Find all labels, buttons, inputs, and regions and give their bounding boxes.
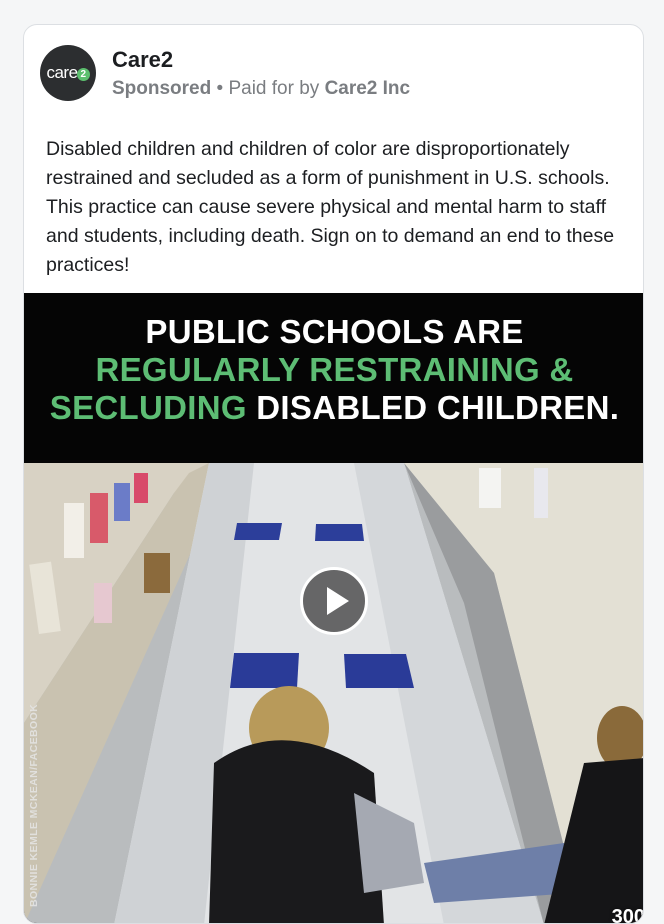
avatar[interactable]: care 2 bbox=[40, 45, 96, 101]
avatar-badge: 2 bbox=[76, 68, 90, 81]
play-icon bbox=[327, 587, 349, 615]
meta-separator: • bbox=[211, 78, 229, 99]
hallway-scene bbox=[24, 463, 643, 923]
avatar-text: care bbox=[46, 63, 78, 82]
video-frame[interactable]: BONNIE KEMLE MCKEAN/FACEBOOK 300 bbox=[24, 463, 644, 924]
banner-line-3-white: DISABLED CHILDREN. bbox=[246, 389, 620, 426]
banner-line-1: PUBLIC SCHOOLS ARE bbox=[145, 313, 524, 350]
banner-line-3-green: SECLUDING bbox=[49, 389, 247, 426]
video-player[interactable]: PUBLIC SCHOOLS ARE REGULARLY RESTRAINING… bbox=[24, 293, 644, 924]
post-header: care 2 Care2 Sponsored • Paid for by Care… bbox=[40, 45, 630, 101]
video-banner: PUBLIC SCHOOLS ARE REGULARLY RESTRAINING… bbox=[24, 293, 643, 463]
post-meta: Sponsored • Paid for by Care2 Inc bbox=[112, 78, 410, 100]
sponsored-label[interactable]: Sponsored bbox=[112, 78, 211, 99]
photo-credit: BONNIE KEMLE MCKEAN/FACEBOOK bbox=[28, 703, 40, 907]
banner-line-3: SECLUDING DISABLED CHILDREN. bbox=[24, 389, 643, 427]
sponsored-post-card: care 2 Care2 Sponsored • Paid for by Care… bbox=[23, 24, 644, 924]
care2-logo: care 2 bbox=[46, 63, 90, 83]
play-button[interactable] bbox=[300, 567, 368, 635]
page-name[interactable]: Care2 bbox=[112, 47, 173, 73]
post-body: Disabled children and children of color … bbox=[46, 138, 615, 276]
video-timer: 300 bbox=[611, 906, 644, 924]
banner-line-2: REGULARLY RESTRAINING & bbox=[95, 351, 574, 388]
advertiser-name[interactable]: Care2 Inc bbox=[325, 78, 411, 99]
paid-for-by-label: Paid for by bbox=[228, 78, 325, 99]
